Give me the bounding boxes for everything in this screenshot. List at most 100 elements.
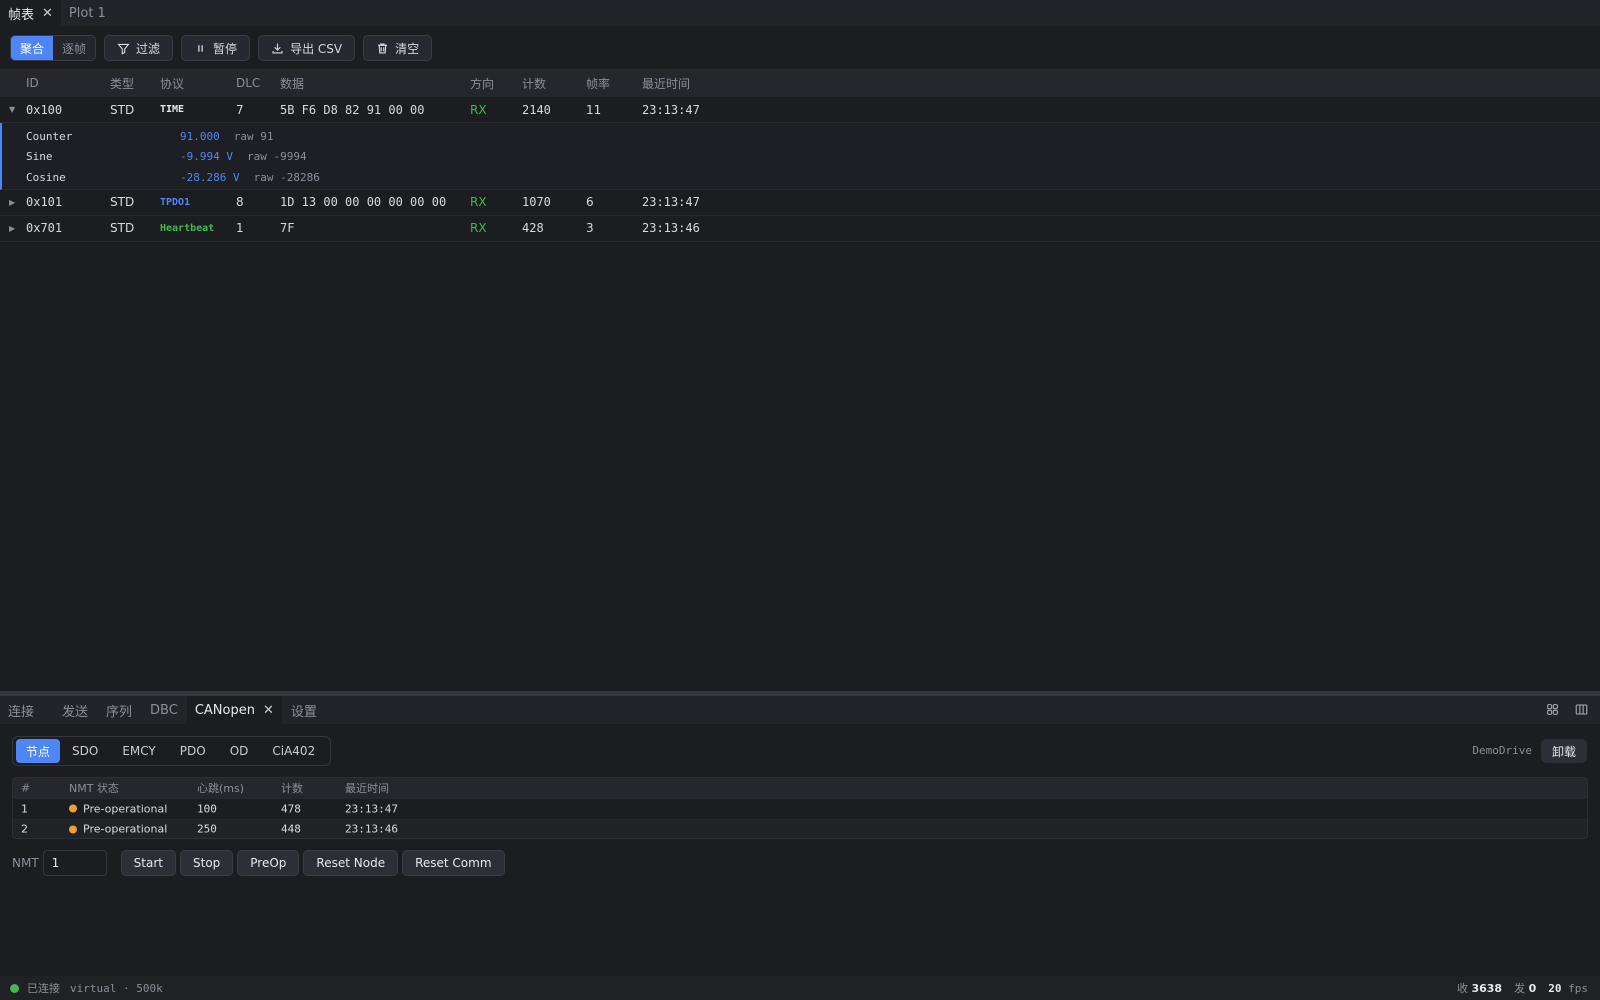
filter-icon <box>117 43 130 55</box>
status-dot-icon <box>69 804 77 813</box>
node-nmt-state: Pre-operational <box>69 823 167 836</box>
rx-counter: 收 3638 <box>1457 980 1502 996</box>
node-heartbeat: 100 <box>197 802 217 816</box>
frame-type: STD <box>110 195 135 209</box>
split-columns-icon[interactable] <box>1575 703 1588 716</box>
frame-data: 5B F6 D8 82 91 00 00 <box>280 102 425 117</box>
signal-value-group: 91.000 raw 91 <box>180 130 274 143</box>
tab-plot-1[interactable]: Plot 1 <box>61 0 114 26</box>
collapse-arrow-icon[interactable]: ▼ <box>9 105 15 114</box>
frame-rate: 3 <box>586 221 594 235</box>
per-frame-mode-button[interactable]: 逐帧 <box>53 36 96 60</box>
node-count: 478 <box>281 802 301 816</box>
tab-dbc[interactable]: DBC <box>141 696 187 724</box>
frame-dlc: 7 <box>236 102 244 117</box>
frame-count: 1070 <box>522 195 551 209</box>
tab-label: 连接 <box>8 704 35 720</box>
tab-label: Plot 1 <box>68 5 106 21</box>
clear-label: 清空 <box>395 41 420 56</box>
table-row[interactable]: ▼ 0x100 STD TIME 7 5B F6 D8 82 91 00 00 … <box>0 97 1600 123</box>
decoded-signals: Counter 91.000 raw 91 Sine -9.994 V raw -9… <box>0 123 1600 190</box>
header-protocol[interactable]: 协议 <box>160 75 184 92</box>
tab-send[interactable]: 发送 <box>53 696 97 724</box>
subtab-od[interactable]: OD <box>218 739 261 763</box>
fps-value: 20 <box>1548 981 1562 995</box>
signal-raw: raw -28286 <box>253 170 320 184</box>
subtab-nodes[interactable]: 节点 <box>16 739 61 763</box>
header-type[interactable]: 类型 <box>110 75 134 92</box>
nmt-stop-button[interactable]: Stop <box>180 850 234 876</box>
expand-arrow-icon[interactable]: ▶ <box>9 224 15 233</box>
pause-button[interactable]: 暂停 <box>181 35 251 61</box>
nmt-reset-node-button[interactable]: Reset Node <box>303 850 399 876</box>
signal-name: Counter <box>26 129 73 143</box>
frame-data: 1D 13 00 00 00 00 00 00 <box>280 195 447 209</box>
close-icon[interactable]: ✕ <box>42 6 53 21</box>
subtab-sdo[interactable]: SDO <box>60 739 110 763</box>
nmt-node-input[interactable] <box>42 850 107 876</box>
close-icon[interactable]: ✕ <box>263 703 274 718</box>
nmt-reset-comm-button[interactable]: Reset Comm <box>402 850 505 876</box>
header-rate[interactable]: 帧率 <box>586 75 610 92</box>
panel-tab-bar: 连接 发送 序列 DBC CANopen ✕ 设置 <box>0 696 1600 724</box>
frame-last-time: 23:13:46 <box>642 221 700 235</box>
rx-count: 3638 <box>1471 982 1503 995</box>
signal-name: Sine <box>26 150 53 164</box>
subtab-pdo[interactable]: PDO <box>168 739 218 763</box>
tab-canopen[interactable]: CANopen ✕ <box>186 696 282 724</box>
header-count[interactable]: 计数 <box>522 75 546 92</box>
export-csv-button[interactable]: 导出 CSV <box>258 35 356 61</box>
node-table: # NMT 状态 心跳(ms) 计数 最近时间 1 Pre-operationa… <box>12 777 1588 839</box>
frame-last-time: 23:13:47 <box>642 195 700 209</box>
node-state-label: Pre-operational <box>83 822 168 836</box>
table-row[interactable]: ▶ 0x101 STD TPDO1 8 1D 13 00 00 00 00 00… <box>0 190 1600 216</box>
subtab-cia402[interactable]: CiA402 <box>260 739 327 763</box>
header-dlc[interactable]: DLC <box>236 76 260 90</box>
frame-direction: RX <box>470 102 487 117</box>
frame-protocol: TIME <box>160 104 185 115</box>
aggregate-mode-button[interactable]: 聚合 <box>11 36 54 60</box>
tab-settings[interactable]: 设置 <box>282 696 326 724</box>
signal-name: Cosine <box>26 170 66 184</box>
tab-sequence[interactable]: 序列 <box>97 696 141 724</box>
rx-label: 收 <box>1456 982 1468 995</box>
unload-button[interactable]: 卸载 <box>1540 739 1587 763</box>
table-row[interactable]: ▶ 0x701 STD Heartbeat 1 7F RX 428 3 23:1… <box>0 216 1600 242</box>
document-tab-bar: 帧表 ✕ Plot 1 <box>0 0 1600 27</box>
node-nmt-state: Pre-operational <box>69 802 167 815</box>
nmt-start-button[interactable]: Start <box>120 850 176 876</box>
header-data[interactable]: 数据 <box>280 75 304 92</box>
table-row[interactable]: 1 Pre-operational 100 478 23:13:47 <box>13 798 1587 819</box>
signal-value: -28.286 V <box>180 170 240 184</box>
frame-direction: RX <box>470 221 487 235</box>
header-id[interactable]: ID <box>26 76 39 90</box>
node-index: 2 <box>21 822 28 836</box>
grid-layout-icon[interactable] <box>1546 703 1559 716</box>
tab-connection[interactable]: 连接 <box>0 696 43 724</box>
table-row[interactable]: 2 Pre-operational 250 448 23:13:46 <box>13 818 1587 838</box>
clear-button[interactable]: 清空 <box>363 35 433 61</box>
interface-info: virtual · 500k <box>70 981 163 995</box>
header-last-time[interactable]: 最近时间 <box>642 75 690 92</box>
signal-value: -9.994 V <box>180 150 233 164</box>
subtab-emcy[interactable]: EMCY <box>110 739 167 763</box>
nmt-command-bar: NMT Start Stop PreOp Reset Node Reset Co… <box>12 850 509 876</box>
signal-raw: raw -9994 <box>246 150 307 164</box>
filter-button[interactable]: 过滤 <box>104 35 174 61</box>
frame-table: ID 类型 协议 DLC 数据 方向 计数 帧率 最近时间 ▼ 0x100 ST… <box>0 69 1600 242</box>
tab-frame-table[interactable]: 帧表 ✕ <box>0 0 61 26</box>
nmt-preop-button[interactable]: PreOp <box>237 850 300 876</box>
expand-arrow-icon[interactable]: ▶ <box>9 198 15 207</box>
pause-icon <box>198 44 203 52</box>
header-index: # <box>21 781 31 795</box>
header-direction[interactable]: 方向 <box>470 75 494 92</box>
signal-value: 91.000 <box>180 129 220 143</box>
nmt-label: NMT <box>12 856 39 870</box>
frame-rate: 11 <box>586 102 602 117</box>
frame-dlc: 8 <box>236 195 244 209</box>
frame-id: 0x101 <box>26 195 63 209</box>
frame-count: 2140 <box>522 102 551 117</box>
header-nmt-state: NMT 状态 <box>69 782 119 795</box>
device-profile-name: DemoDrive <box>1472 744 1532 757</box>
frame-id: 0x100 <box>26 102 63 117</box>
